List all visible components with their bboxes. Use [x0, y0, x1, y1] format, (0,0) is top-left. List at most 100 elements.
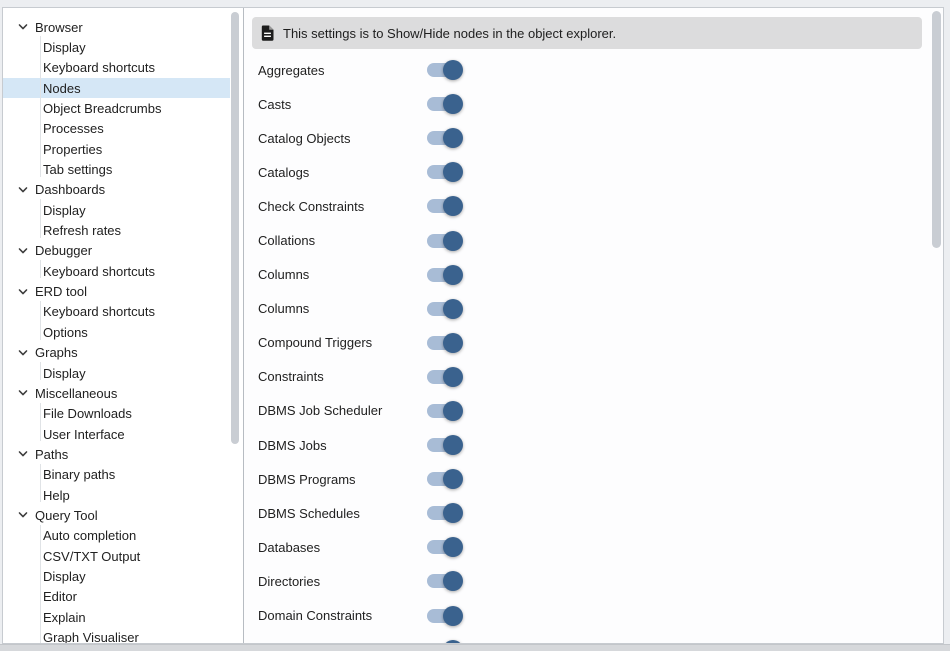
toggle-thumb[interactable] — [443, 162, 463, 182]
sidebar-item-processes[interactable]: Processes — [3, 119, 230, 139]
toggle-thumb[interactable] — [443, 196, 463, 216]
node-row-catalogs: Catalogs — [244, 155, 943, 189]
sidebar-item-auto-completion[interactable]: Auto completion — [3, 526, 230, 546]
toggle-thumb[interactable] — [443, 265, 463, 285]
toggle-dbms-programs[interactable] — [427, 472, 461, 486]
sidebar-item-options[interactable]: Options — [3, 322, 230, 342]
sidebar-item-label: User Interface — [43, 427, 125, 442]
sidebar-scrollbar[interactable] — [231, 12, 239, 444]
chevron-down-icon[interactable] — [17, 184, 29, 196]
sidebar-group-debugger[interactable]: Debugger — [3, 241, 230, 261]
sidebar-item-label: Refresh rates — [43, 223, 121, 238]
sidebar-group-label: Browser — [35, 20, 83, 35]
toggle-compound-triggers[interactable] — [427, 336, 461, 350]
sidebar-group-browser[interactable]: Browser — [3, 17, 230, 37]
toggle-thumb[interactable] — [443, 435, 463, 455]
toggle-thumb[interactable] — [443, 231, 463, 251]
toggle-thumb[interactable] — [443, 299, 463, 319]
node-label: Compound Triggers — [258, 335, 427, 350]
sidebar-group-miscellaneous[interactable]: Miscellaneous — [3, 383, 230, 403]
sidebar-item-keyboard-shortcuts[interactable]: Keyboard shortcuts — [3, 261, 230, 281]
chevron-down-icon[interactable] — [17, 448, 29, 460]
sidebar-item-label: Binary paths — [43, 467, 115, 482]
sidebar-group-children: Binary paths Help — [3, 465, 230, 506]
sidebar-group-query-tool[interactable]: Query Tool — [3, 505, 230, 525]
chevron-down-icon[interactable] — [17, 245, 29, 257]
sidebar-item-object-breadcrumbs[interactable]: Object Breadcrumbs — [3, 98, 230, 118]
panel-scrollbar[interactable] — [932, 11, 941, 248]
sidebar-item-keyboard-shortcuts[interactable]: Keyboard shortcuts — [3, 58, 230, 78]
sidebar-group-graphs[interactable]: Graphs — [3, 343, 230, 363]
toggle-columns[interactable] — [427, 268, 461, 282]
toggle-thumb[interactable] — [443, 606, 463, 626]
sidebar-item-graph-visualiser[interactable]: Graph Visualiser — [3, 627, 230, 643]
sidebar-group-paths[interactable]: Paths — [3, 444, 230, 464]
toggle-check-constraints[interactable] — [427, 199, 461, 213]
sidebar-item-explain[interactable]: Explain — [3, 607, 230, 627]
sidebar-group-children: File Downloads User Interface — [3, 404, 230, 445]
node-row-catalog-objects: Catalog Objects — [244, 121, 943, 155]
sidebar-item-refresh-rates[interactable]: Refresh rates — [3, 220, 230, 240]
sidebar-item-binary-paths[interactable]: Binary paths — [3, 465, 230, 485]
toggle-catalogs[interactable] — [427, 165, 461, 179]
sidebar-item-user-interface[interactable]: User Interface — [3, 424, 230, 444]
node-row-dbms-schedules: DBMS Schedules — [244, 496, 943, 530]
toggle-catalog-objects[interactable] — [427, 131, 461, 145]
node-row-partial — [244, 633, 943, 643]
sidebar-item-tab-settings[interactable]: Tab settings — [3, 159, 230, 179]
toggle-constraints[interactable] — [427, 370, 461, 384]
sidebar-item-help[interactable]: Help — [3, 485, 230, 505]
chevron-down-icon[interactable] — [17, 509, 29, 521]
toggle-dbms-jobs[interactable] — [427, 438, 461, 452]
node-label: Collations — [258, 233, 427, 248]
toggle-thumb[interactable] — [443, 469, 463, 489]
sidebar-item-display[interactable]: Display — [3, 566, 230, 586]
sidebar-item-label: Help — [43, 488, 70, 503]
sidebar-item-keyboard-shortcuts[interactable]: Keyboard shortcuts — [3, 302, 230, 322]
toggle-thumb[interactable] — [443, 128, 463, 148]
chevron-down-icon[interactable] — [17, 387, 29, 399]
sidebar-item-editor[interactable]: Editor — [3, 587, 230, 607]
sidebar-item-label: Explain — [43, 610, 86, 625]
preferences-tree: BrowserDisplayKeyboard shortcutsNodesObj… — [3, 8, 230, 643]
toggle-casts[interactable] — [427, 97, 461, 111]
toggle-thumb[interactable] — [443, 571, 463, 591]
sidebar-item-file-downloads[interactable]: File Downloads — [3, 404, 230, 424]
toggle-thumb[interactable] — [443, 333, 463, 353]
sidebar-item-display[interactable]: Display — [3, 200, 230, 220]
sidebar-group-children: DisplayKeyboard shortcutsNodesObject Bre… — [3, 37, 230, 179]
toggle-dbms-schedules[interactable] — [427, 506, 461, 520]
node-label: Domain Constraints — [258, 608, 427, 623]
toggle-thumb[interactable] — [443, 401, 463, 421]
sidebar-item-label: File Downloads — [43, 406, 132, 421]
sidebar-item-display[interactable]: Display — [3, 37, 230, 57]
nodes-settings-panel: This settings is to Show/Hide nodes in t… — [244, 8, 943, 643]
toggle-thumb[interactable] — [443, 503, 463, 523]
toggle-dbms-job-scheduler[interactable] — [427, 404, 461, 418]
toggle-databases[interactable] — [427, 540, 461, 554]
node-label: Catalog Objects — [258, 131, 427, 146]
toggle-collations[interactable] — [427, 234, 461, 248]
sidebar-item-label: Editor — [43, 589, 77, 604]
toggle-domain-constraints[interactable] — [427, 609, 461, 623]
chevron-down-icon[interactable] — [17, 21, 29, 33]
sidebar-group-erd-tool[interactable]: ERD tool — [3, 281, 230, 301]
toggle-thumb[interactable] — [443, 640, 463, 643]
chevron-down-icon[interactable] — [17, 286, 29, 298]
toggle-aggregates[interactable] — [427, 63, 461, 77]
toggle-thumb[interactable] — [443, 537, 463, 557]
toggle-thumb[interactable] — [443, 94, 463, 114]
toggle-thumb[interactable] — [443, 60, 463, 80]
sidebar-item-nodes[interactable]: Nodes — [3, 78, 230, 98]
sidebar-group-dashboards[interactable]: Dashboards — [3, 180, 230, 200]
toggle-columns[interactable] — [427, 302, 461, 316]
sidebar-item-properties[interactable]: Properties — [3, 139, 230, 159]
sidebar-item-display[interactable]: Display — [3, 363, 230, 383]
sidebar-item-csv-txt-output[interactable]: CSV/TXT Output — [3, 546, 230, 566]
sidebar-group-children: Auto completionCSV/TXT OutputDisplay Edit… — [3, 526, 230, 643]
toggle-directories[interactable] — [427, 574, 461, 588]
chevron-down-icon[interactable] — [17, 347, 29, 359]
preferences-sidebar: BrowserDisplayKeyboard shortcutsNodesObj… — [3, 8, 244, 643]
node-label: Columns — [258, 301, 427, 316]
toggle-thumb[interactable] — [443, 367, 463, 387]
